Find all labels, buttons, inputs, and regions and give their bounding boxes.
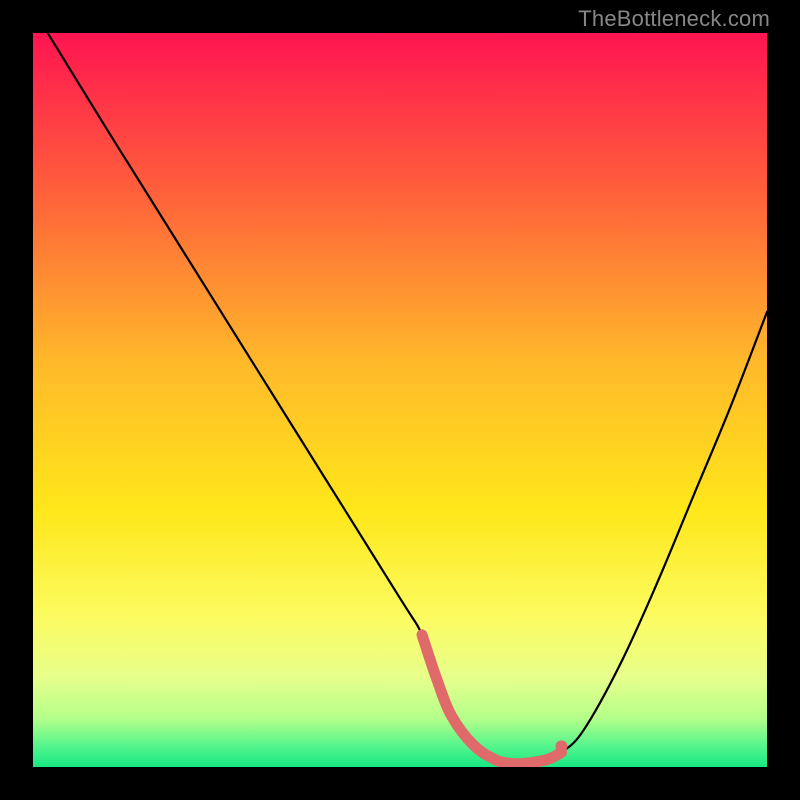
watermark-text: TheBottleneck.com [578, 6, 770, 32]
chart-frame: TheBottleneck.com [0, 0, 800, 800]
plot-area [33, 33, 767, 767]
bottleneck-curve [33, 33, 767, 767]
